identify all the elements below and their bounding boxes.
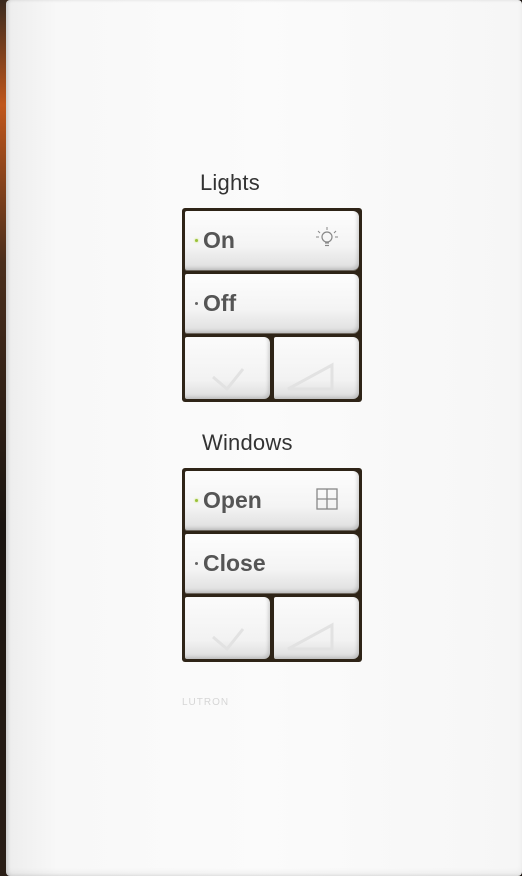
lights-off-label: Off [203, 290, 237, 316]
window-icon [316, 488, 338, 510]
windows-lower-button[interactable] [185, 597, 270, 659]
windows-open-button[interactable]: Open [185, 471, 359, 530]
raise-icon [287, 622, 334, 651]
led-indicator-active [195, 499, 198, 502]
led-indicator-inactive [195, 302, 198, 305]
lower-icon [212, 368, 245, 392]
lightbulb-icon [316, 227, 338, 247]
raise-icon [287, 362, 334, 391]
lights-lower-button[interactable] [185, 337, 270, 399]
windows-group-label: Windows [202, 430, 293, 455]
lights-raise-button[interactable] [274, 337, 359, 399]
lights-group-label: Lights [200, 170, 260, 195]
windows-open-label: Open [203, 487, 262, 513]
lower-icon [212, 628, 245, 652]
lights-button-bank: On Off [182, 208, 362, 402]
led-indicator-inactive [195, 562, 198, 565]
windows-close-label: Close [203, 550, 266, 576]
brand-logo: LUTRON [182, 697, 230, 708]
lights-rocker-row [185, 337, 359, 399]
lights-on-button[interactable]: On [185, 211, 359, 270]
lights-on-label: On [203, 227, 235, 253]
windows-raise-button[interactable] [274, 597, 359, 659]
lights-off-button[interactable]: Off [185, 274, 359, 333]
windows-button-bank: Open Close [182, 468, 362, 662]
keypad-faceplate: Lights On Off Windows Open Close LUTRON [6, 0, 522, 876]
led-indicator-active [195, 239, 198, 242]
windows-rocker-row [185, 597, 359, 659]
windows-close-button[interactable]: Close [185, 534, 359, 593]
